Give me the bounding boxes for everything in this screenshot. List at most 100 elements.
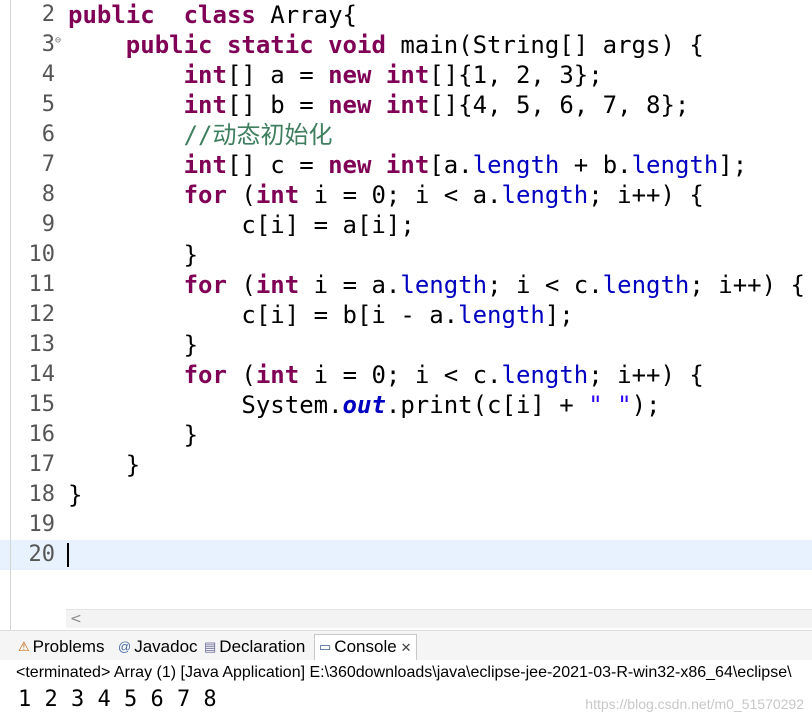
code-text: public class Array{ [68,0,357,30]
code-text: c[i] = a[i]; [68,210,415,240]
line-number: 10 [28,242,56,267]
code-token: i = 0; i < c. [299,361,502,389]
code-editor[interactable]: 2 public class Array{3 ⊖ public static voi… [0,0,812,610]
code-line[interactable]: 4 int[] a = new int[]{1, 2, 3}; [0,60,812,90]
code-text: System.out.print(c[i] + " "); [68,390,660,420]
line-number: 6 [41,122,55,147]
code-line[interactable]: 12 c[i] = b[i - a.length]; [0,300,812,330]
code-token: void [328,31,386,59]
code-token: " " [588,391,632,419]
line-number: 2 [41,2,55,27]
code-token: for [183,271,227,299]
problems-icon: ⚠ [18,639,30,654]
code-token: ]; [544,301,574,329]
code-token: new [328,151,372,179]
code-line[interactable]: 17 } [0,450,812,480]
declaration-icon: ▤ [204,639,217,654]
code-token: c[i] = b[i - a. [68,301,459,329]
code-token: c[i] = a[i]; [68,211,415,239]
code-token: for [183,181,227,209]
code-token: int [385,151,430,179]
code-line[interactable]: 11 for (int i = a.length; i < c.length; … [0,270,812,300]
view-tab-bar: ⚠ Problems @ Javadoc ▤ Declaration ▭ Console… [0,630,812,662]
code-token: //动态初始化 [183,121,333,149]
code-token: length [400,271,488,299]
code-token: length [472,151,560,179]
code-token: } [68,331,199,359]
code-text: //动态初始化 [68,120,333,150]
fold-toggle-icon[interactable]: ⊖ [55,36,61,46]
scroll-left-arrow-icon[interactable]: < [70,610,82,628]
code-line[interactable]: 3 ⊖ public static void main(String[] args… [0,30,812,60]
code-token: [] a = [226,61,329,89]
code-line[interactable]: 10 } [0,240,812,270]
code-token: length [501,361,589,389]
code-line[interactable]: 6 //动态初始化 [0,120,812,150]
code-token: main(String[] args) { [385,31,704,59]
code-token: int [183,151,227,179]
code-line[interactable]: 18} [0,480,812,510]
code-text: for (int i = 0; i < c.length; i++) { [68,360,704,390]
code-line[interactable]: 5 int[] b = new int[]{4, 5, 6, 7, 8}; [0,90,812,120]
text-cursor [67,543,69,567]
code-token: i = 0; i < a. [299,181,502,209]
code-line[interactable]: 14 for (int i = 0; i < c.length; i++) { [0,360,812,390]
editor-gutter-border [10,0,11,630]
code-token: } [68,421,199,449]
code-token: ; i < c. [487,271,603,299]
tab-problems[interactable]: ⚠ Problems [18,635,104,659]
code-line[interactable]: 13 } [0,330,812,360]
code-line[interactable]: 15 System.out.print(c[i] + " "); [0,390,812,420]
code-token: Array{ [255,1,358,29]
code-token: i = a. [299,271,401,299]
code-line[interactable]: 20 [0,540,812,570]
code-token: int [255,271,300,299]
code-token: ( [226,361,256,389]
code-token: } [68,451,141,479]
watermark: https://blog.csdn.net/m0_51570292 [585,696,804,712]
code-text: for (int i = a.length; i < c.length; i++… [68,270,805,300]
line-number: 16 [28,422,56,447]
code-token: public [68,1,155,29]
code-token: ; i++) { [588,181,704,209]
code-token: length [631,151,719,179]
close-icon[interactable]: ✕ [401,640,412,655]
code-token: ); [631,391,661,419]
code-token: for [183,361,227,389]
code-token: new [328,61,372,89]
tab-label: Declaration [219,637,306,656]
code-line[interactable]: 9 c[i] = a[i]; [0,210,812,240]
code-text: } [68,480,82,510]
horizontal-scrollbar[interactable]: < [66,609,812,628]
code-text: } [68,330,198,360]
console-status-line: <terminated> Array (1) [Java Application… [0,660,812,685]
line-number: 18 [28,482,56,507]
code-token: []{1, 2, 3}; [429,61,603,89]
line-number: 7 [41,152,55,177]
code-line[interactable]: 2 public class Array{ [0,0,812,30]
code-token: + b. [559,151,632,179]
code-token: length [602,271,690,299]
tab-label: Console [334,637,397,656]
code-token: [] c = [226,151,329,179]
code-line[interactable]: 7 int[] c = new int[a.length + b.length]… [0,150,812,180]
code-text: int[] c = new int[a.length + b.length]; [68,150,748,180]
code-text: for (int i = 0; i < a.length; i++) { [68,180,704,210]
code-token: System. [68,391,343,419]
tab-console[interactable]: ▭ Console ✕ [314,634,417,662]
code-line[interactable]: 16 } [0,420,812,450]
code-text: c[i] = b[i - a.length]; [68,300,574,330]
console-output: 1 2 3 4 5 6 7 8 [18,687,217,712]
line-number: 11 [28,272,56,297]
tab-declaration[interactable]: ▤ Declaration [204,635,305,659]
code-line[interactable]: 19 [0,510,812,540]
code-token: .print(c[i] + [385,391,589,419]
code-token: ]; [718,151,748,179]
code-token: int [183,91,227,119]
tab-javadoc[interactable]: @ Javadoc [118,635,198,659]
code-line[interactable]: 8 for (int i = 0; i < a.length; i++) { [0,180,812,210]
